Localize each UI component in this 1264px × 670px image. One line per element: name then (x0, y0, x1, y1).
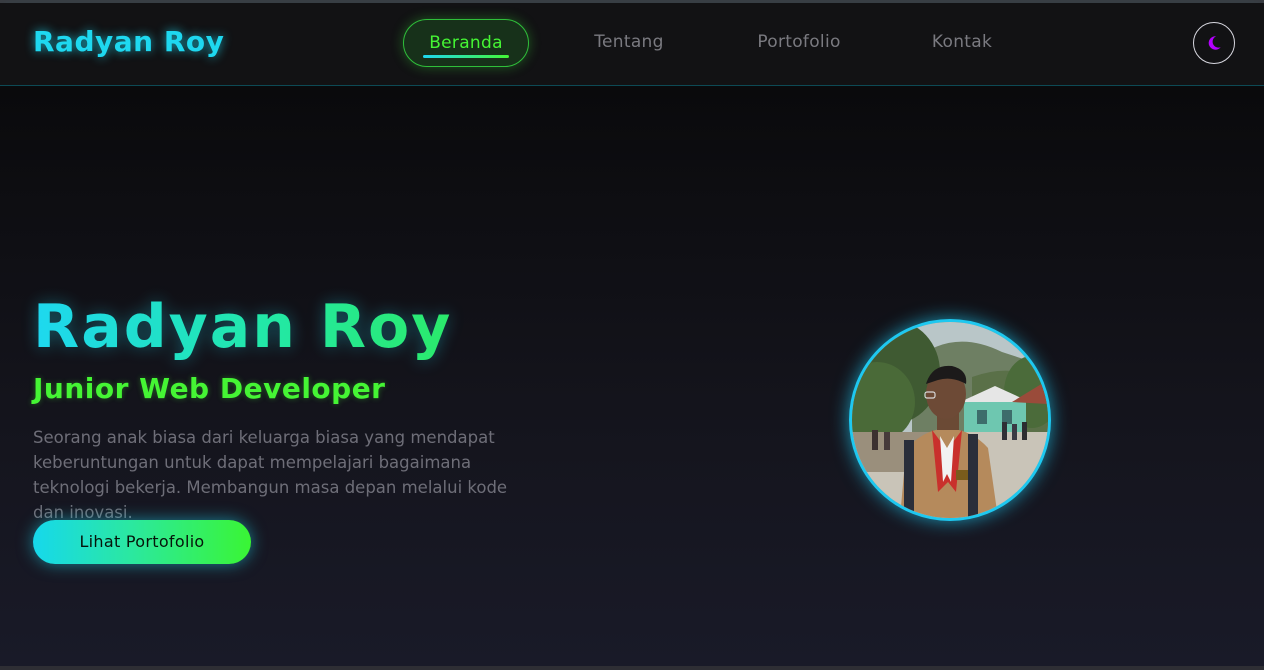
moon-icon (1208, 36, 1221, 50)
brand-logo[interactable]: Radyan Roy (33, 25, 224, 58)
bottom-border (0, 666, 1264, 670)
nav-item-label: Tentang (594, 32, 664, 52)
nav-item-label: Kontak (931, 32, 993, 52)
hero-role: Junior Web Developer (33, 372, 386, 405)
hero-name: Radyan Roy (33, 292, 453, 362)
active-underline (423, 55, 509, 58)
nav-item-label: Portofolio (757, 32, 841, 52)
nav-item-tentang[interactable]: Tentang (574, 19, 684, 65)
profile-photo (849, 319, 1051, 521)
nav-item-beranda[interactable]: Beranda (403, 19, 529, 67)
nav-item-kontak[interactable]: Kontak (912, 19, 1012, 65)
view-portfolio-button[interactable]: Lihat Portofolio (33, 520, 251, 564)
navbar: Radyan Roy Beranda Tentang Portofolio Ko… (0, 3, 1264, 86)
hero-description: Seorang anak biasa dari keluarga biasa y… (33, 428, 508, 522)
nav-item-label: Beranda (429, 33, 503, 53)
theme-toggle-button[interactable] (1193, 22, 1235, 64)
nav-item-portofolio[interactable]: Portofolio (741, 19, 857, 65)
